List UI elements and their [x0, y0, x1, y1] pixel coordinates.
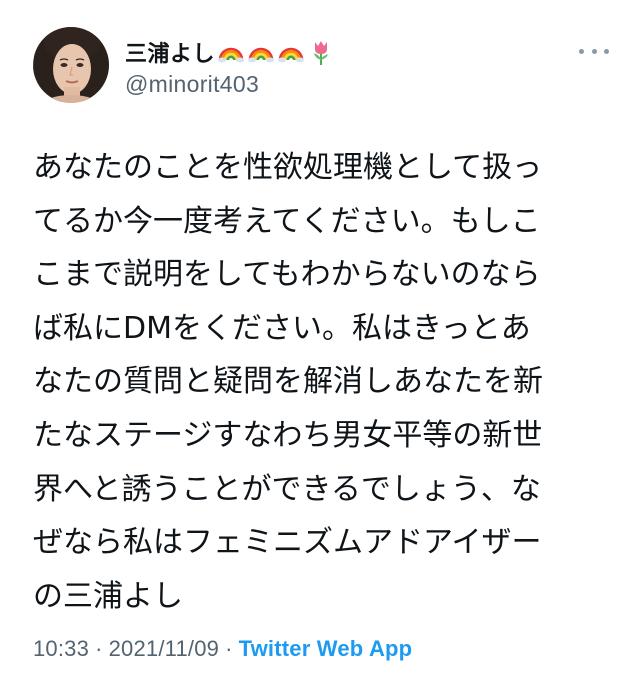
tweet-text-line: ぜなら私はフェミニズムアドアイザー — [33, 525, 542, 561]
more-dot-icon — [604, 48, 609, 54]
rainbow-icon — [247, 38, 275, 66]
rainbow-icon — [277, 38, 305, 66]
user-names: 三浦よし @minorit403 — [125, 37, 335, 98]
more-options-button[interactable] — [579, 41, 609, 61]
tweet: 三浦よし @minorit403 あなたのことを性欲処理機として扱っ てるか今一… — [0, 0, 637, 680]
more-dot-icon — [591, 48, 597, 54]
meta-separator: · — [225, 636, 233, 661]
tweet-text-line: の三浦よし — [33, 578, 183, 614]
tweet-time[interactable]: 10:33 — [33, 636, 89, 662]
tweet-meta: 10:33 · 2021/11/09 · Twitter Web App — [33, 636, 412, 662]
display-name[interactable]: 三浦よし — [125, 36, 215, 68]
tweet-text-line: あなたのことを性欲処理機として扱っ — [33, 150, 543, 185]
tweet-text-line: なたの質問と疑問を解消しあなたを新 — [33, 364, 543, 400]
more-dot-icon — [579, 48, 584, 54]
tweet-text-line: てるか今一度考えてください。もしこ — [33, 203, 541, 239]
meta-separator: · — [95, 636, 103, 661]
tweet-text-line: ば私にDMをください。私はきっとあ — [33, 310, 531, 346]
tweet-header: 三浦よし @minorit403 — [33, 27, 613, 107]
source-app-link[interactable]: Twitter Web App — [239, 636, 413, 662]
tweet-text: あなたのことを性欲処理機として扱っ てるか今一度考えてください。もしこ こまで説… — [33, 141, 605, 623]
user-handle[interactable]: @minorit403 — [125, 71, 335, 98]
tulip-icon — [307, 38, 335, 66]
rainbow-icon — [217, 38, 245, 66]
tweet-text-line: 界へと誘うことができるでしょう、な — [33, 471, 541, 507]
avatar[interactable] — [33, 27, 109, 103]
tweet-text-line: たなステージすなわち男女平等の新世 — [33, 417, 543, 453]
tweet-date[interactable]: 2021/11/09 — [109, 636, 219, 662]
display-name-row[interactable]: 三浦よし — [125, 37, 335, 67]
tweet-text-line: こまで説明をしてもわからないのなら — [33, 257, 541, 293]
